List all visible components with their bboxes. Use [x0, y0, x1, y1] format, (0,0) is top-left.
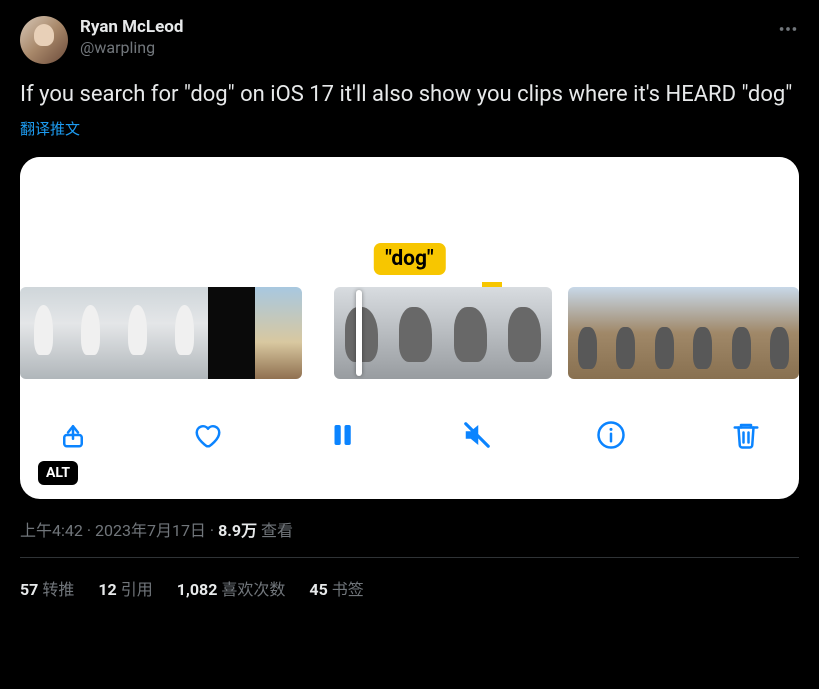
retweets-stat[interactable]: 57转推	[20, 576, 74, 600]
bookmarks-stat[interactable]: 45 书签	[309, 576, 363, 600]
search-term-badge: "dog"	[373, 243, 445, 275]
tweet-meta[interactable]: 上午4:42 · 2023年7月17日 · 8.9万 查看	[20, 517, 799, 541]
retweets-count: 57	[20, 580, 38, 599]
video-frame	[208, 287, 255, 379]
video-frame	[722, 287, 761, 379]
bookmarks-count: 45	[309, 580, 327, 599]
video-frame	[607, 287, 646, 379]
media-card[interactable]: "dog"	[20, 157, 799, 499]
quotes-label: 引用	[121, 580, 153, 599]
alt-badge[interactable]: ALT	[38, 461, 78, 485]
video-frame	[761, 287, 800, 379]
timestamp-date: 2023年7月17日	[95, 521, 206, 540]
quotes-count: 12	[98, 580, 116, 599]
user-handle: @warpling	[80, 38, 183, 59]
likes-count: 1,082	[177, 580, 218, 599]
media-controls	[20, 379, 799, 467]
video-frame	[255, 287, 302, 379]
separator: ·	[83, 521, 95, 540]
retweets-label: 转推	[42, 580, 74, 599]
clip-group[interactable]	[20, 287, 302, 379]
video-frame	[161, 287, 208, 379]
pause-icon[interactable]	[327, 420, 357, 450]
likes-label: 喜欢次数	[221, 580, 285, 599]
video-frame	[684, 287, 723, 379]
more-icon[interactable]	[777, 18, 799, 44]
quotes-stat[interactable]: 12 引用	[98, 576, 152, 600]
clip-group[interactable]	[334, 287, 552, 379]
timestamp-time: 上午4:42	[20, 521, 83, 540]
translate-link[interactable]: 翻译推文	[20, 118, 799, 139]
trash-icon[interactable]	[731, 420, 761, 450]
mute-icon[interactable]	[462, 420, 492, 450]
info-icon[interactable]	[596, 420, 626, 450]
video-frame	[114, 287, 161, 379]
clip-group[interactable]	[568, 287, 799, 379]
video-frame	[67, 287, 114, 379]
bookmarks-label: 书签	[332, 580, 364, 599]
video-frame	[389, 287, 444, 379]
user-info[interactable]: Ryan McLeod @warpling	[80, 16, 183, 59]
tweet-header: Ryan McLeod @warpling	[20, 16, 799, 64]
video-frame	[645, 287, 684, 379]
tweet-text: If you search for "dog" on iOS 17 it'll …	[20, 80, 799, 110]
views-count: 8.9万	[218, 521, 257, 540]
media-preview-area: "dog"	[20, 157, 799, 287]
views-label: 查看	[261, 521, 293, 540]
video-frame	[443, 287, 498, 379]
video-frame	[20, 287, 67, 379]
avatar[interactable]	[20, 16, 68, 64]
stats-row: 57转推 12 引用 1,082喜欢次数 45 书签	[20, 558, 799, 618]
display-name: Ryan McLeod	[80, 16, 183, 38]
share-icon[interactable]	[58, 420, 88, 450]
video-frame	[568, 287, 607, 379]
likes-stat[interactable]: 1,082喜欢次数	[177, 576, 286, 600]
heart-icon[interactable]	[193, 420, 223, 450]
tweet-container: Ryan McLeod @warpling If you search for …	[0, 0, 819, 618]
playhead-icon[interactable]	[356, 290, 362, 376]
video-frame	[498, 287, 553, 379]
separator: ·	[206, 521, 218, 540]
video-filmstrip[interactable]	[20, 287, 799, 379]
